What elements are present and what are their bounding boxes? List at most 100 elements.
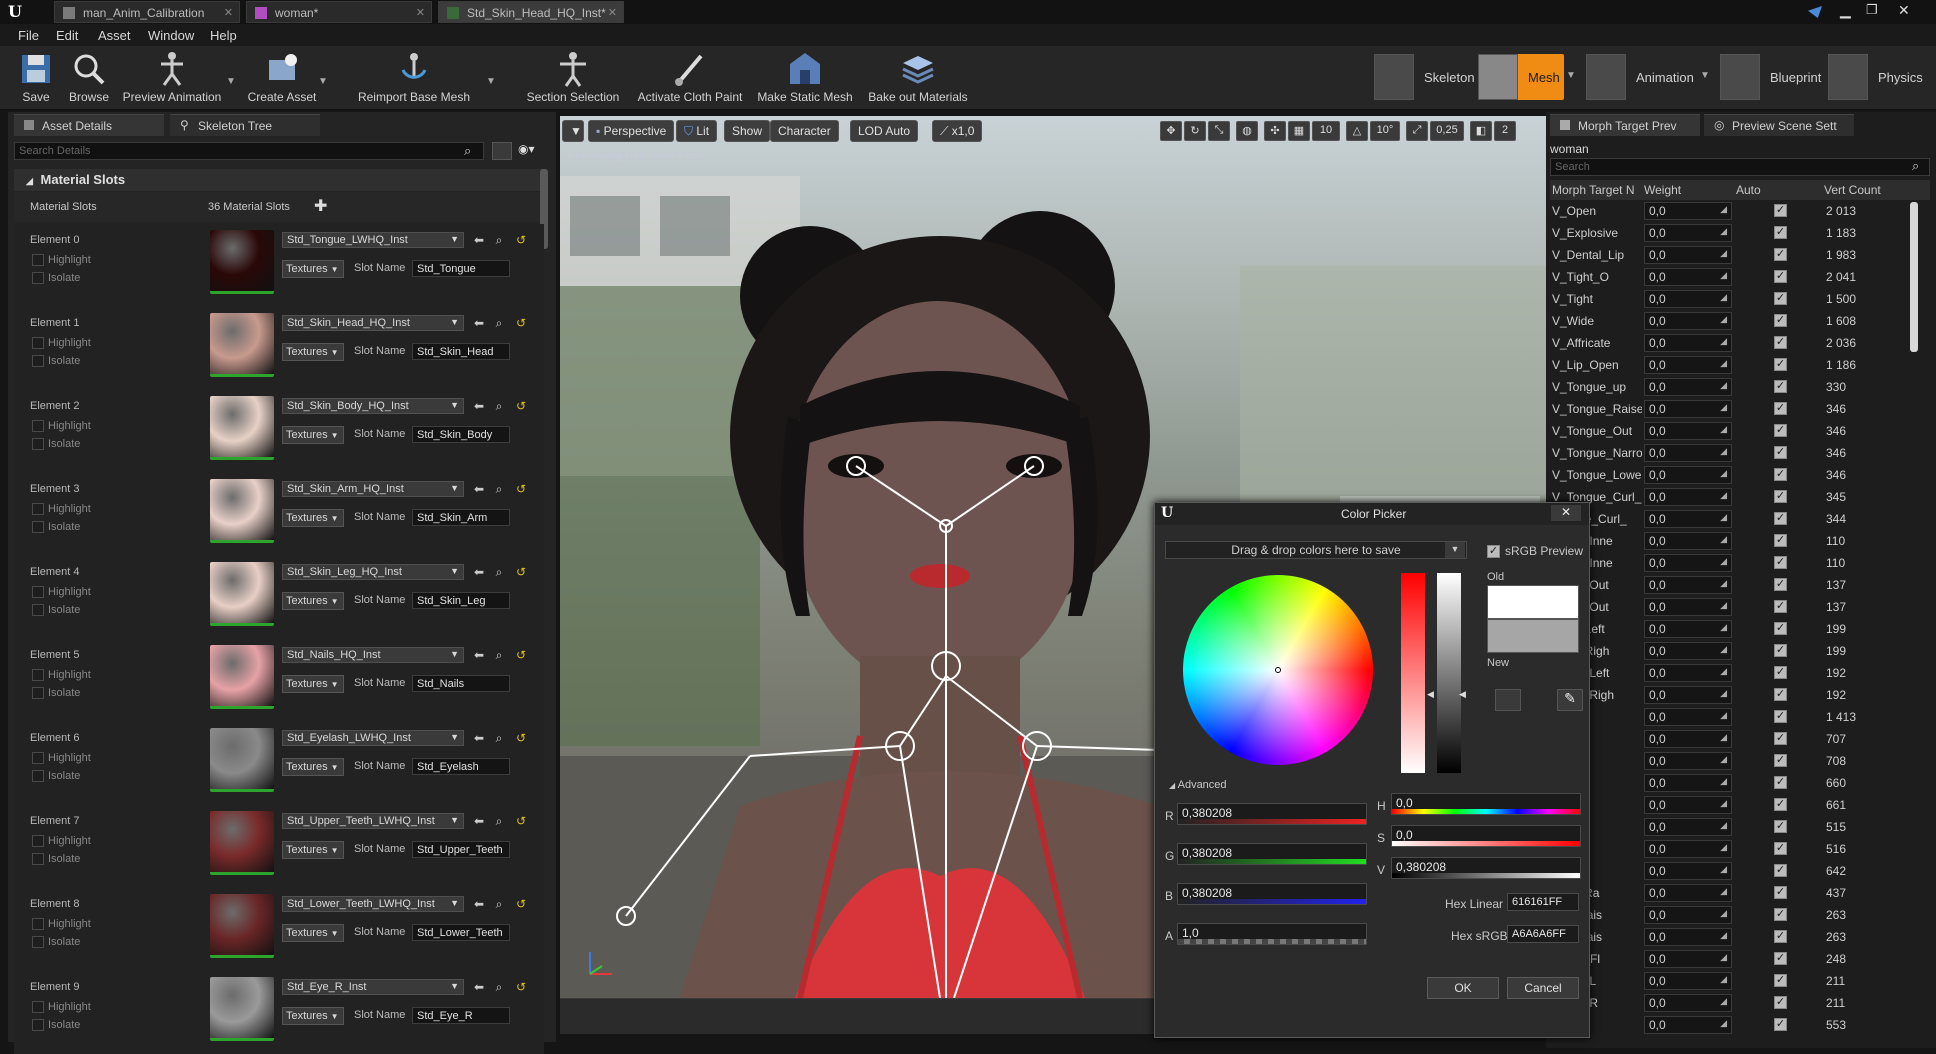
textures-dropdown[interactable]: Textures ▼ — [282, 343, 344, 361]
rotation-snap-icon[interactable]: △ — [1346, 121, 1368, 141]
reset-icon[interactable]: ↺ — [514, 399, 528, 413]
use-selected-arrow-icon[interactable]: ⬅ — [472, 316, 486, 330]
saturation-slider[interactable] — [1401, 573, 1425, 773]
animation-dropdown-icon[interactable]: ▼ — [1700, 70, 1710, 81]
morph-weight-input[interactable]: 0,0 ◢ — [1644, 246, 1732, 264]
morph-weight-input[interactable]: 0,0 ◢ — [1644, 224, 1732, 242]
auto-checkbox[interactable]: ✓ — [1774, 314, 1787, 327]
use-selected-arrow-icon[interactable]: ⬅ — [472, 399, 486, 413]
eyedropper-icon[interactable]: ✎ — [1557, 689, 1583, 711]
isolate-checkbox[interactable] — [32, 1019, 44, 1031]
minimize-icon[interactable]: ▁ — [1840, 2, 1851, 19]
isolate-checkbox[interactable] — [32, 936, 44, 948]
tab-morph-target-preview[interactable]: Morph Target Prev — [1550, 114, 1700, 136]
playback-speed-button[interactable]: ⟋ x1,0 — [932, 120, 983, 142]
color-drop-zone[interactable]: Drag & drop colors here to save — [1165, 541, 1467, 559]
material-thumbnail[interactable] — [210, 562, 274, 626]
use-selected-arrow-icon[interactable]: ⬅ — [472, 482, 486, 496]
rotate-icon[interactable]: ↻ — [1184, 121, 1206, 141]
auto-checkbox[interactable]: ✓ — [1774, 864, 1787, 877]
surface-snap-icon[interactable]: ✣ — [1264, 121, 1286, 141]
material-thumbnail[interactable] — [210, 811, 274, 875]
browse-asset-icon[interactable]: ⌕ — [492, 980, 506, 994]
morph-weight-input[interactable]: 0,0 ◢ — [1644, 400, 1732, 418]
browse-asset-icon[interactable]: ⌕ — [492, 565, 506, 579]
material-slots-header[interactable]: ◢ Material Slots — [14, 169, 544, 191]
morph-weight-input[interactable]: 0,0 ◢ — [1644, 708, 1732, 726]
use-selected-arrow-icon[interactable]: ⬅ — [472, 814, 486, 828]
reset-icon[interactable]: ↺ — [514, 648, 528, 662]
preview-animation-button[interactable]: Preview Animation — [120, 50, 224, 108]
material-combo[interactable]: Std_Upper_Teeth_LWHQ_Inst ▼ — [282, 813, 464, 829]
auto-checkbox[interactable]: ✓ — [1774, 226, 1787, 239]
material-thumbnail[interactable] — [210, 396, 274, 460]
ok-button[interactable]: OK — [1427, 977, 1499, 999]
reset-icon[interactable]: ↺ — [514, 316, 528, 330]
col-morph-target-name[interactable]: Morph Target N — [1552, 183, 1638, 197]
morph-weight-input[interactable]: 0,0 ◢ — [1644, 378, 1732, 396]
isolate-checkbox[interactable] — [32, 521, 44, 533]
scale-snap-value[interactable]: 0,25 — [1430, 121, 1464, 141]
morph-weight-input[interactable]: 0,0 ◢ — [1644, 818, 1732, 836]
reset-icon[interactable]: ↺ — [514, 233, 528, 247]
color-wheel-cursor[interactable] — [1275, 667, 1281, 673]
mode-blueprint-button[interactable]: Blueprint — [1720, 54, 1821, 100]
auto-checkbox[interactable]: ✓ — [1774, 996, 1787, 1009]
slot-name-input[interactable]: Std_Tongue — [412, 260, 510, 277]
doc-tab-woman[interactable]: woman* ✕ — [246, 1, 432, 23]
auto-checkbox[interactable]: ✓ — [1774, 622, 1787, 635]
browse-asset-icon[interactable]: ⌕ — [492, 648, 506, 662]
morph-weight-input[interactable]: 0,0 ◢ — [1644, 752, 1732, 770]
auto-checkbox[interactable]: ✓ — [1774, 974, 1787, 987]
camera-speed-icon[interactable]: ◧ — [1470, 121, 1492, 141]
browse-asset-icon[interactable]: ⌕ — [492, 399, 506, 413]
morph-weight-input[interactable]: 0,0 ◢ — [1644, 444, 1732, 462]
mesh-dropdown-icon[interactable]: ▼ — [1566, 70, 1576, 81]
morph-weight-input[interactable]: 0,0 ◢ — [1644, 422, 1732, 440]
activate-cloth-paint-button[interactable]: Activate Cloth Paint — [634, 50, 746, 108]
viewport-options-button[interactable]: ▼ — [562, 120, 584, 142]
alpha-channel-field[interactable]: 1,0 — [1177, 923, 1367, 945]
morph-weight-input[interactable]: 0,0 ◢ — [1644, 928, 1732, 946]
auto-checkbox[interactable]: ✓ — [1774, 908, 1787, 921]
tab-preview-scene-settings[interactable]: ◎ Preview Scene Sett — [1704, 114, 1854, 136]
morph-weight-input[interactable]: 0,0 ◢ — [1644, 312, 1732, 330]
browse-asset-icon[interactable]: ⌕ — [492, 316, 506, 330]
material-combo[interactable]: Std_Skin_Body_HQ_Inst ▼ — [282, 398, 464, 414]
morph-weight-input[interactable]: 0,0 ◢ — [1644, 290, 1732, 308]
lit-button[interactable]: ⛉ Lit — [676, 120, 718, 142]
auto-checkbox[interactable]: ✓ — [1774, 248, 1787, 261]
auto-checkbox[interactable]: ✓ — [1774, 930, 1787, 943]
auto-checkbox[interactable]: ✓ — [1774, 468, 1787, 481]
reimport-dropdown-icon[interactable]: ▼ — [486, 76, 496, 87]
use-selected-arrow-icon[interactable]: ⬅ — [472, 897, 486, 911]
morph-weight-input[interactable]: 0,0 ◢ — [1644, 686, 1732, 704]
tab-skeleton-tree[interactable]: ⚲ Skeleton Tree — [170, 114, 320, 136]
menu-window[interactable]: Window — [148, 28, 194, 43]
morph-weight-input[interactable]: 0,0 ◢ — [1644, 554, 1732, 572]
slot-name-input[interactable]: Std_Upper_Teeth — [412, 841, 510, 858]
textures-dropdown[interactable]: Textures ▼ — [282, 758, 344, 776]
scale-snap-icon[interactable]: ⤢ — [1406, 121, 1428, 141]
auto-checkbox[interactable]: ✓ — [1774, 490, 1787, 503]
browse-asset-icon[interactable]: ⌕ — [492, 897, 506, 911]
doc-tab-material-instance[interactable]: Std_Skin_Head_HQ_Inst* ✕ — [438, 1, 624, 23]
mode-skeleton-button[interactable]: Skeleton — [1374, 54, 1475, 100]
doc-tab-calibration[interactable]: man_Anim_Calibration ✕ — [54, 1, 240, 23]
cancel-button[interactable]: Cancel — [1507, 977, 1579, 999]
textures-dropdown[interactable]: Textures ▼ — [282, 1007, 344, 1025]
morph-weight-input[interactable]: 0,0 ◢ — [1644, 598, 1732, 616]
material-combo[interactable]: Std_Tongue_LWHQ_Inst ▼ — [282, 232, 464, 248]
slot-name-input[interactable]: Std_Skin_Body — [412, 426, 510, 443]
menu-file[interactable]: File — [18, 28, 39, 43]
auto-checkbox[interactable]: ✓ — [1774, 952, 1787, 965]
mode-physics-button[interactable]: Physics — [1828, 54, 1928, 100]
make-static-mesh-button[interactable]: Make Static Mesh — [756, 50, 854, 108]
browse-asset-icon[interactable]: ⌕ — [492, 814, 506, 828]
material-combo[interactable]: Std_Skin_Head_HQ_Inst ▼ — [282, 315, 464, 331]
use-selected-arrow-icon[interactable]: ⬅ — [472, 233, 486, 247]
auto-checkbox[interactable]: ✓ — [1774, 534, 1787, 547]
reset-icon[interactable]: ↺ — [514, 482, 528, 496]
highlight-checkbox[interactable] — [32, 254, 44, 266]
browse-asset-icon[interactable]: ⌕ — [492, 233, 506, 247]
